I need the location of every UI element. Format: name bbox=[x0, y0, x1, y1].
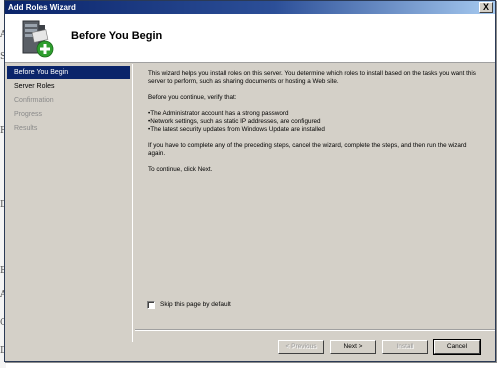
wizard-content: This wizard helps you install roles on t… bbox=[135, 64, 495, 326]
intro-text: This wizard helps you install roles on t… bbox=[148, 70, 476, 85]
wizard-footer: < Previous Next > Install Cancel bbox=[135, 329, 495, 362]
cancel-button[interactable]: Cancel bbox=[433, 339, 481, 355]
previous-button[interactable]: < Previous bbox=[278, 340, 324, 354]
close-button[interactable]: X bbox=[479, 2, 493, 13]
verify-heading: Before you continue, verify that: bbox=[148, 94, 237, 101]
wizard-header: Before You Begin bbox=[5, 14, 495, 63]
checklist-item: The Administrator account has a strong p… bbox=[148, 110, 485, 118]
continue-note: To continue, click Next. bbox=[148, 166, 213, 173]
step-results: Results bbox=[14, 125, 38, 132]
close-icon: X bbox=[482, 2, 489, 12]
checklist-item: The latest security updates from Windows… bbox=[148, 126, 485, 134]
skip-page-label[interactable]: Skip this page by default bbox=[160, 301, 231, 309]
install-button[interactable]: Install bbox=[382, 340, 428, 354]
title-bar[interactable]: Add Roles Wizard X bbox=[5, 1, 495, 14]
page-title: Before You Begin bbox=[71, 30, 163, 42]
server-add-icon bbox=[22, 20, 54, 58]
skip-page-checkbox[interactable] bbox=[147, 301, 155, 309]
wizard-steps-sidebar: Before You Begin Server Roles Confirmati… bbox=[5, 64, 133, 342]
step-server-roles[interactable]: Server Roles bbox=[7, 80, 130, 93]
cancel-note: If you have to complete any of the prece… bbox=[148, 142, 467, 157]
step-progress: Progress bbox=[14, 111, 43, 118]
step-before-you-begin[interactable]: Before You Begin bbox=[7, 66, 130, 79]
add-roles-wizard-window: Add Roles Wizard X Before You Begin Befo… bbox=[4, 0, 496, 362]
step-confirmation: Confirmation bbox=[14, 97, 54, 104]
checklist: The Administrator account has a strong p… bbox=[148, 110, 485, 134]
skip-page-option[interactable]: Skip this page by default bbox=[147, 301, 231, 309]
checklist-item: Network settings, such as static IP addr… bbox=[148, 118, 485, 126]
next-button[interactable]: Next > bbox=[330, 340, 376, 354]
window-title: Add Roles Wizard bbox=[8, 3, 76, 12]
